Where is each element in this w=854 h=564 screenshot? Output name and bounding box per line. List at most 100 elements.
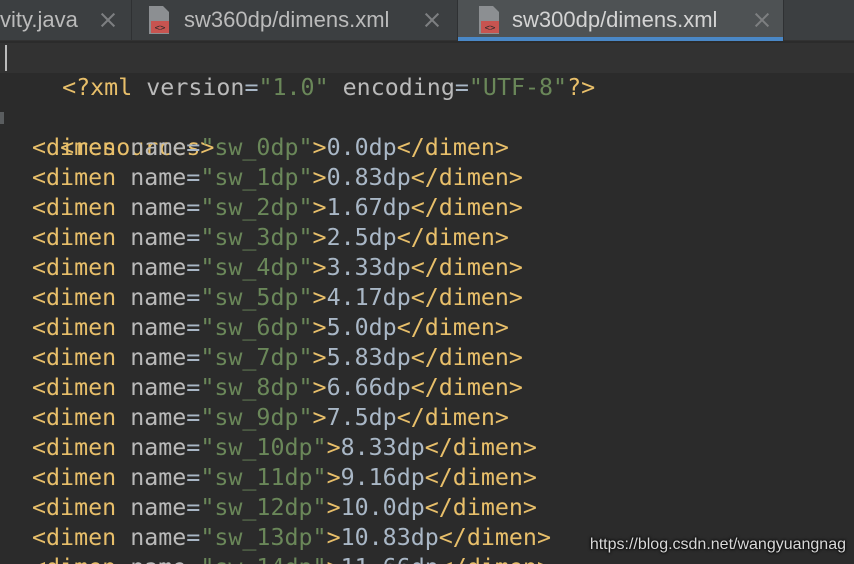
dimen-name-value: "sw_14dp" [200, 554, 326, 564]
dimen-name-attr: name [130, 464, 187, 491]
dimen-close-tag: </dimen> [410, 344, 523, 371]
equals-sign: = [454, 74, 469, 101]
dimen-open-tag-close: > [312, 374, 327, 401]
dimen-value: 2.5dp [326, 224, 397, 251]
code-line-dimen: <dimen name="sw_6dp">5.0dp</dimen> [32, 313, 509, 343]
dimen-value: 7.5dp [326, 404, 397, 431]
dimen-name-value: "sw_13dp" [200, 524, 327, 551]
dimen-open-tag: <dimen [32, 404, 131, 431]
dimen-name-attr: name [130, 434, 187, 461]
dimen-name-attr: name [130, 194, 187, 221]
dimen-name-attr: name [130, 164, 187, 191]
dimen-close-tag: </dimen> [424, 494, 537, 521]
xml-file-icon: <> [479, 6, 499, 34]
dimen-open-tag: <dimen [32, 254, 131, 281]
tab-sw360dp-dimens[interactable]: <> sw360dp/dimens.xml [132, 0, 458, 40]
dimen-open-tag-close: > [326, 494, 341, 521]
equals-sign: = [244, 74, 259, 101]
dimen-value: 11.66dp [341, 554, 439, 564]
code-line-dimen: <dimen name="sw_2dp">1.67dp</dimen> [32, 193, 523, 223]
dimen-open-tag: <dimen [32, 344, 131, 371]
dimen-name-value: "sw_4dp" [200, 254, 313, 281]
dimen-name-value: "sw_9dp" [200, 404, 313, 431]
code-line-dimen: <dimen name="sw_0dp">0.0dp</dimen> [32, 133, 509, 163]
xml-file-icon: <> [149, 6, 169, 34]
code-line-dimen: <dimen name="sw_7dp">5.83dp</dimen> [32, 343, 523, 373]
dimen-value: 8.33dp [340, 434, 425, 461]
code-line-dimen: <dimen name="sw_4dp">3.33dp</dimen> [32, 253, 523, 283]
dimen-name-value: "sw_12dp" [200, 494, 327, 521]
xml-decl-encoding-value: "UTF-8" [468, 74, 568, 101]
dimen-name-attr: name [130, 224, 187, 251]
equals-sign: = [186, 404, 201, 431]
equals-sign: = [186, 314, 201, 341]
dimen-name-attr: name [130, 284, 187, 311]
code-line-dimen: <dimen name="sw_13dp">10.83dp</dimen> [32, 523, 551, 553]
tab-sw300dp-dimens[interactable]: <> sw300dp/dimens.xml [458, 0, 784, 41]
dimen-value: 1.67dp [326, 194, 411, 221]
dimen-open-tag: <dimen [32, 224, 131, 251]
tab-label: sw360dp/dimens.xml [184, 7, 390, 32]
xml-decl-version-value: "1.0" [258, 74, 329, 101]
dimen-name-value: "sw_1dp" [200, 164, 313, 191]
equals-sign: = [186, 134, 201, 161]
dimen-name-value: "sw_6dp" [200, 314, 313, 341]
dimen-value: 10.83dp [340, 524, 439, 551]
dimen-value: 5.83dp [326, 344, 411, 371]
equals-sign: = [186, 194, 201, 221]
dimen-name-value: "sw_7dp" [200, 344, 313, 371]
equals-sign: = [186, 254, 201, 281]
xml-decl-close: ?> [567, 74, 596, 101]
code-line-dimen: <dimen name="sw_10dp">8.33dp</dimen> [32, 433, 537, 463]
dimen-open-tag: <dimen [32, 434, 131, 461]
dimen-open-tag: <dimen [32, 314, 131, 341]
close-tab-icon[interactable] [424, 12, 440, 28]
dimen-open-tag-close: > [326, 464, 341, 491]
equals-sign: = [186, 464, 201, 491]
dimen-open-tag-close: > [312, 284, 327, 311]
dimen-name-attr: name [130, 524, 187, 551]
dimen-open-tag: <dimen [32, 374, 131, 401]
dimen-close-tag: </dimen> [424, 464, 537, 491]
dimen-name-attr: name [130, 134, 187, 161]
dimen-close-tag: </dimen> [410, 254, 523, 281]
dimen-open-tag-close: > [326, 524, 341, 551]
equals-sign: = [186, 524, 201, 551]
dimen-value: 4.17dp [326, 284, 411, 311]
equals-sign: = [186, 164, 201, 191]
close-tab-icon[interactable] [754, 12, 770, 28]
dimen-name-attr: name [130, 404, 187, 431]
text-caret [5, 45, 7, 71]
code-line-dimen: <dimen name="sw_8dp">6.66dp</dimen> [32, 373, 523, 403]
xml-decl-open: <?xml [62, 74, 147, 101]
dimen-open-tag: <dimen [32, 194, 131, 221]
code-line-xml-declaration: <?xml version="1.0" encoding="UTF-8"?> [0, 43, 854, 101]
dimen-name-value: "sw_3dp" [200, 224, 313, 251]
code-line-dimen: <dimen name="sw_1dp">0.83dp</dimen> [32, 163, 523, 193]
dimen-close-tag: </dimen> [424, 434, 537, 461]
dimen-close-tag: </dimen> [439, 554, 551, 564]
dimen-open-tag: <dimen [32, 524, 131, 551]
tab-activity-java[interactable]: vity.java [0, 0, 132, 40]
dimen-name-value: "sw_11dp" [200, 464, 327, 491]
dimen-name-attr: name [130, 374, 187, 401]
dimen-close-tag: </dimen> [410, 164, 523, 191]
watermark: https://blog.csdn.net/wangyuangnag [589, 536, 846, 553]
close-tab-icon[interactable] [100, 12, 116, 28]
code-editor[interactable]: <?xml version="1.0" encoding="UTF-8"?> <… [0, 41, 854, 564]
dimen-value: 5.0dp [326, 314, 397, 341]
equals-sign: = [186, 374, 201, 401]
dimen-open-tag: <dimen [32, 554, 130, 564]
equals-sign: = [186, 344, 201, 371]
equals-sign: = [186, 434, 201, 461]
dimen-value: 3.33dp [326, 254, 411, 281]
dimen-close-tag: </dimen> [410, 194, 523, 221]
dimen-open-tag-close: > [312, 224, 327, 251]
dimen-open-tag-close: > [312, 164, 327, 191]
dimen-name-attr: name [130, 314, 187, 341]
tab-label: vity.java [0, 7, 78, 32]
dimen-open-tag-close: > [327, 554, 341, 564]
dimen-name-value: "sw_5dp" [200, 284, 313, 311]
dimen-name-attr: name [130, 494, 187, 521]
editor-tab-bar: vity.java <> sw360dp/dimens.xml <> sw300… [0, 0, 854, 41]
